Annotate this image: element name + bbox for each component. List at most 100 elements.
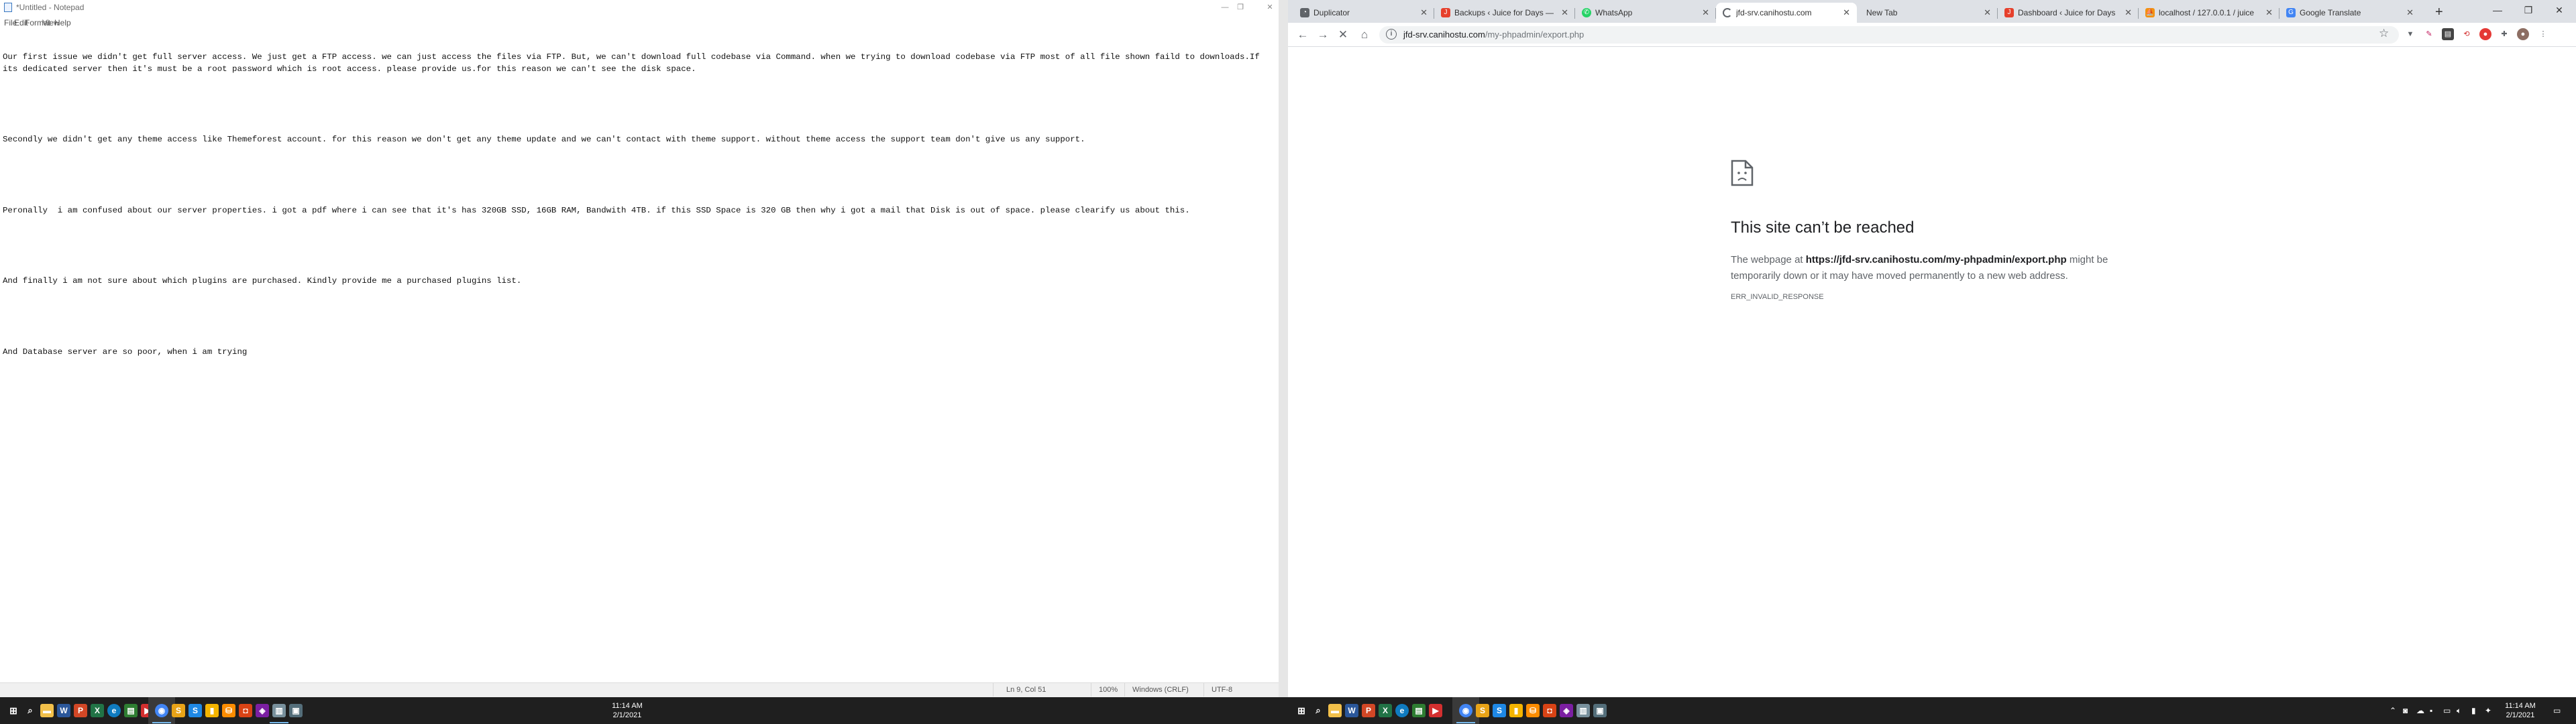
- new-tab-button[interactable]: +: [2435, 5, 2443, 20]
- app-icon[interactable]: ▣: [1593, 704, 1607, 717]
- tab-close-icon[interactable]: ✕: [1561, 7, 1568, 18]
- start-windows-icon[interactable]: ⊞: [1295, 704, 1308, 717]
- chrome-menu-icon[interactable]: ⋮: [2537, 28, 2549, 40]
- notepad-titlebar[interactable]: [0, 0, 1279, 15]
- notepad-icon[interactable]: ▥: [1576, 704, 1590, 717]
- taskbar-clock-date[interactable]: 2/1/2021: [604, 711, 651, 720]
- tab-close-icon[interactable]: ✕: [1420, 7, 1428, 18]
- volume-icon[interactable]: 🔈︎: [2457, 706, 2461, 716]
- tab-close-icon[interactable]: ✕: [1984, 7, 1991, 18]
- minimize-icon[interactable]: —: [2482, 0, 2513, 21]
- notepad-statusbar: [0, 682, 1279, 697]
- chrome-icon[interactable]: ◉: [155, 704, 168, 717]
- media-icon[interactable]: ▶: [1429, 704, 1442, 717]
- sublime-icon[interactable]: S: [172, 704, 185, 717]
- word-icon[interactable]: W: [1345, 704, 1358, 717]
- tab-label: localhost / 127.0.0.1 / juice: [2159, 8, 2255, 17]
- file-explorer-icon[interactable]: ▬: [1328, 704, 1342, 717]
- tab-localhost-phpmyadmin[interactable]: ⛵ localhost / 127.0.0.1 / juice ✕: [2139, 3, 2279, 23]
- search-icon[interactable]: ⌕: [23, 704, 37, 717]
- text-line: And Database server are so poor, when i …: [3, 347, 248, 357]
- extension-pen-icon[interactable]: ✎: [2423, 28, 2435, 40]
- google-translate-icon: G: [2286, 8, 2296, 17]
- search-icon[interactable]: ⌕: [1311, 704, 1325, 717]
- notes-icon[interactable]: ▤: [1412, 704, 1426, 717]
- language-icon[interactable]: ✦: [2485, 706, 2491, 715]
- maximize-icon[interactable]: ❐: [1225, 0, 1256, 15]
- extension-icon[interactable]: ●: [2479, 28, 2491, 40]
- tab-duplicator[interactable]: ◔ Duplicator ✕: [1293, 3, 1434, 23]
- stop-loading-button[interactable]: ✕: [1335, 27, 1351, 43]
- powerpoint-icon[interactable]: P: [1362, 704, 1375, 717]
- bookmark-star-icon[interactable]: ☆: [2379, 27, 2389, 40]
- skype-icon[interactable]: S: [1493, 704, 1506, 717]
- notepad-icon[interactable]: ▥: [272, 704, 286, 717]
- tab-dashboard[interactable]: J Dashboard ‹ Juice for Days ✕: [1998, 3, 2139, 23]
- text-line: And finally i am not sure about which pl…: [3, 276, 522, 286]
- taskbar-clock-time[interactable]: 11:14 AM: [604, 701, 651, 711]
- app-icon[interactable]: ▣: [289, 704, 303, 717]
- text-line: [3, 99, 1271, 111]
- home-button[interactable]: ⌂: [1356, 27, 1373, 43]
- tab-new-tab[interactable]: New Tab ✕: [1857, 3, 1998, 23]
- tab-whatsapp[interactable]: ✆ WhatsApp ✕: [1575, 3, 1716, 23]
- address-bar-url[interactable]: jfd-srv.canihostu.com/my-phpadmin/export…: [1403, 29, 1584, 40]
- powerpoint-icon[interactable]: P: [74, 704, 87, 717]
- xampp-icon[interactable]: ⛁: [222, 704, 235, 717]
- tab-label: Google Translate: [2300, 8, 2361, 17]
- skype-icon[interactable]: S: [189, 704, 202, 717]
- tab-jfd-srv[interactable]: jfd-srv.canihostu.com ✕: [1716, 3, 1857, 23]
- menu-help[interactable]: Help: [54, 18, 71, 27]
- tray-overflow-chevron-icon[interactable]: ⌃: [2390, 706, 2396, 715]
- excel-icon[interactable]: X: [91, 704, 104, 717]
- notes-icon[interactable]: ▤: [124, 704, 138, 717]
- notepad-text-area[interactable]: Our first issue we didn't get full serve…: [3, 28, 1271, 672]
- tab-close-icon[interactable]: ✕: [2125, 7, 2132, 18]
- chrome-icon[interactable]: ◉: [1459, 704, 1472, 717]
- status-line-ending: Windows (CRLF): [1132, 686, 1189, 694]
- tray-app-icon[interactable]: ◙: [2403, 706, 2408, 715]
- sticky-notes-icon[interactable]: ▮: [1509, 704, 1523, 717]
- tray-app-icon[interactable]: ▪: [2430, 706, 2432, 715]
- tab-close-icon[interactable]: ✕: [2265, 7, 2273, 18]
- back-button[interactable]: ←: [1295, 27, 1311, 43]
- edge-icon[interactable]: e: [1395, 704, 1409, 717]
- extension-icon[interactable]: ⟲: [2461, 28, 2473, 40]
- word-icon[interactable]: W: [57, 704, 70, 717]
- notepad-menubar: [0, 16, 1279, 28]
- file-explorer-icon[interactable]: ▬: [40, 704, 54, 717]
- sublime-icon[interactable]: S: [1476, 704, 1489, 717]
- battery-icon[interactable]: ▮: [2471, 706, 2476, 715]
- restore-icon[interactable]: ❐: [2513, 0, 2544, 21]
- chrome-window: [1288, 0, 2576, 697]
- edge-icon[interactable]: e: [107, 704, 121, 717]
- tab-google-translate[interactable]: G Google Translate ✕: [2279, 3, 2420, 23]
- sticky-notes-icon[interactable]: ▮: [205, 704, 219, 717]
- close-icon[interactable]: ✕: [2544, 0, 2575, 21]
- taskbar-clock-time[interactable]: 11:14 AM: [2497, 701, 2544, 711]
- cloud-icon[interactable]: ☁: [2416, 706, 2424, 715]
- start-windows-icon[interactable]: ⊞: [7, 704, 20, 717]
- notification-center-icon[interactable]: ▭: [2553, 706, 2561, 715]
- forward-button[interactable]: →: [1315, 27, 1331, 43]
- app-icon[interactable]: ◘: [239, 704, 252, 717]
- extensions-puzzle-icon[interactable]: ✚: [2498, 28, 2510, 40]
- extension-icon[interactable]: ▤: [2442, 28, 2454, 40]
- tab-backups[interactable]: J Backups ‹ Juice for Days — ✕: [1434, 3, 1575, 23]
- tab-close-icon[interactable]: ✕: [2406, 7, 2414, 18]
- status-cursor-position: Ln 9, Col 51: [1006, 686, 1046, 694]
- tab-close-icon[interactable]: ✕: [1843, 7, 1850, 18]
- excel-icon[interactable]: X: [1379, 704, 1392, 717]
- taskbar-clock-date[interactable]: 2/1/2021: [2497, 711, 2544, 720]
- app-icon[interactable]: ◈: [256, 704, 269, 717]
- app-icon[interactable]: ◈: [1560, 704, 1573, 717]
- tab-close-icon[interactable]: ✕: [1702, 7, 1709, 18]
- extension-icon[interactable]: ▼: [2404, 28, 2416, 40]
- xampp-icon[interactable]: ⛁: [1526, 704, 1540, 717]
- network-icon[interactable]: ▭: [2443, 706, 2451, 715]
- text-line: [3, 241, 1271, 253]
- app-icon[interactable]: ◘: [1543, 704, 1556, 717]
- site-info-icon[interactable]: i: [1386, 29, 1397, 40]
- profile-avatar[interactable]: ●: [2517, 28, 2529, 40]
- error-text: The webpage at: [1731, 254, 1806, 265]
